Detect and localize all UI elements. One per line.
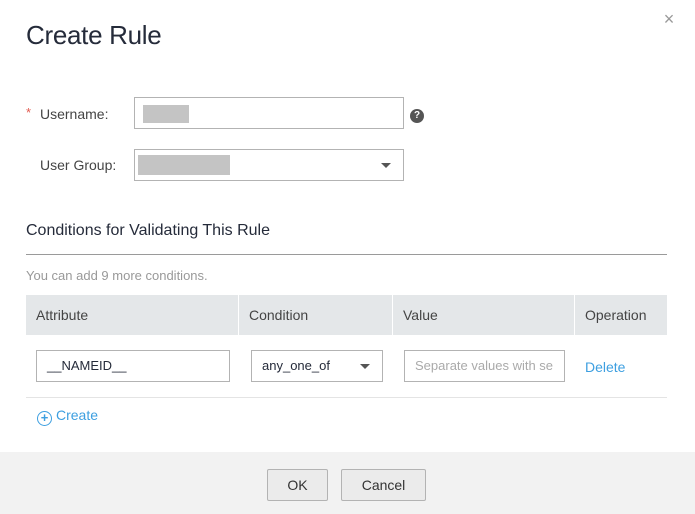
conditions-hint: You can add 9 more conditions. <box>26 268 208 283</box>
cancel-button[interactable]: Cancel <box>341 469 426 501</box>
create-condition-link[interactable]: + Create <box>37 407 98 426</box>
redacted-username <box>143 105 189 123</box>
create-label: Create <box>56 407 99 423</box>
column-header-value: Value <box>393 295 575 335</box>
username-input[interactable] <box>134 97 404 129</box>
column-header-condition: Condition <box>239 295 393 335</box>
plus-circle-icon: + <box>37 411 52 426</box>
username-label: Username: <box>40 106 109 122</box>
close-icon[interactable]: × <box>658 8 680 30</box>
dialog-footer: OK Cancel <box>0 452 695 514</box>
section-divider <box>26 254 667 255</box>
delete-link[interactable]: Delete <box>585 359 625 375</box>
attribute-input[interactable]: __NAMEID__ <box>36 350 230 382</box>
dialog-title: Create Rule <box>26 20 162 50</box>
user-group-label: User Group: <box>40 157 117 173</box>
conditions-section-title: Conditions for Validating This Rule <box>26 222 270 239</box>
chevron-down-icon <box>381 163 391 168</box>
required-mark: * <box>26 105 32 120</box>
table-row: __NAMEID__ any_one_of Separate values wi… <box>26 335 667 398</box>
value-input[interactable]: Separate values with se <box>404 350 565 382</box>
table-header: Attribute Condition Value Operation <box>26 295 667 335</box>
chevron-down-icon <box>360 364 370 369</box>
help-icon[interactable]: ? <box>410 109 424 123</box>
column-header-operation: Operation <box>585 307 647 323</box>
ok-button[interactable]: OK <box>267 469 328 501</box>
condition-select[interactable]: any_one_of <box>251 350 383 382</box>
column-header-attribute: Attribute <box>26 295 239 335</box>
user-group-select[interactable] <box>134 149 404 181</box>
condition-value: any_one_of <box>262 358 330 373</box>
redacted-user-group <box>138 155 230 175</box>
create-rule-dialog: × Create Rule * Username: ? User Group: … <box>0 0 695 514</box>
